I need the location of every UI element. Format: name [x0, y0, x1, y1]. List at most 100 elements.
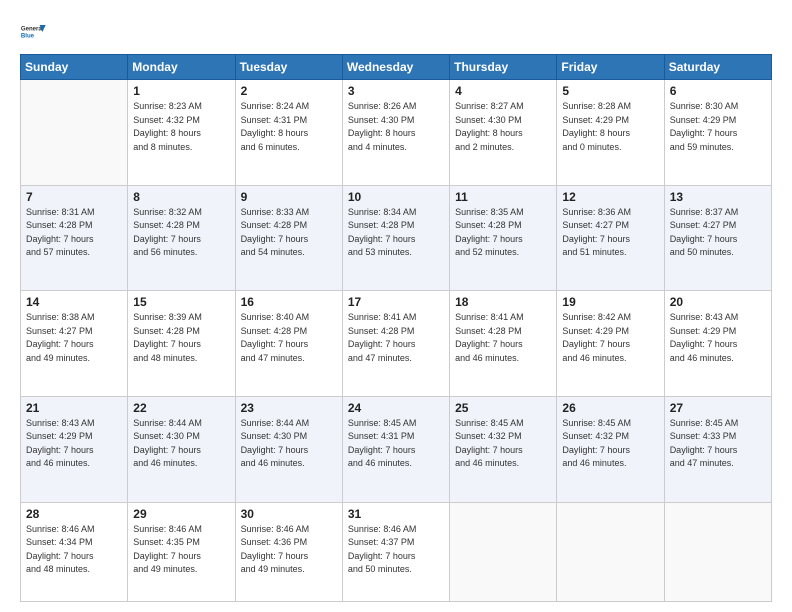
day-info: Sunrise: 8:26 AM Sunset: 4:30 PM Dayligh…: [348, 100, 444, 154]
day-number: 1: [133, 84, 229, 98]
svg-text:Blue: Blue: [21, 34, 35, 40]
day-info: Sunrise: 8:30 AM Sunset: 4:29 PM Dayligh…: [670, 100, 766, 154]
day-number: 19: [562, 295, 658, 309]
calendar-cell: 4 Sunrise: 8:27 AM Sunset: 4:30 PM Daylig…: [450, 80, 557, 186]
day-info: Sunrise: 8:43 AM Sunset: 4:29 PM Dayligh…: [26, 417, 122, 471]
day-header-thursday: Thursday: [450, 55, 557, 80]
day-info: Sunrise: 8:46 AM Sunset: 4:34 PM Dayligh…: [26, 523, 122, 577]
day-number: 18: [455, 295, 551, 309]
day-info: Sunrise: 8:43 AM Sunset: 4:29 PM Dayligh…: [670, 311, 766, 365]
day-header-wednesday: Wednesday: [342, 55, 449, 80]
day-number: 8: [133, 190, 229, 204]
calendar-cell: 7 Sunrise: 8:31 AM Sunset: 4:28 PM Daylig…: [21, 185, 128, 291]
day-header-sunday: Sunday: [21, 55, 128, 80]
day-info: Sunrise: 8:32 AM Sunset: 4:28 PM Dayligh…: [133, 206, 229, 260]
calendar-cell: 21 Sunrise: 8:43 AM Sunset: 4:29 PM Dayli…: [21, 396, 128, 502]
calendar-cell: 18 Sunrise: 8:41 AM Sunset: 4:28 PM Dayli…: [450, 291, 557, 397]
calendar-cell: 16 Sunrise: 8:40 AM Sunset: 4:28 PM Dayli…: [235, 291, 342, 397]
day-info: Sunrise: 8:34 AM Sunset: 4:28 PM Dayligh…: [348, 206, 444, 260]
day-number: 22: [133, 401, 229, 415]
calendar-cell: 12 Sunrise: 8:36 AM Sunset: 4:27 PM Dayli…: [557, 185, 664, 291]
calendar-cell: [450, 502, 557, 601]
day-info: Sunrise: 8:42 AM Sunset: 4:29 PM Dayligh…: [562, 311, 658, 365]
day-info: Sunrise: 8:41 AM Sunset: 4:28 PM Dayligh…: [348, 311, 444, 365]
day-info: Sunrise: 8:31 AM Sunset: 4:28 PM Dayligh…: [26, 206, 122, 260]
day-number: 3: [348, 84, 444, 98]
calendar-cell: 10 Sunrise: 8:34 AM Sunset: 4:28 PM Dayli…: [342, 185, 449, 291]
day-info: Sunrise: 8:36 AM Sunset: 4:27 PM Dayligh…: [562, 206, 658, 260]
calendar-cell: 19 Sunrise: 8:42 AM Sunset: 4:29 PM Dayli…: [557, 291, 664, 397]
page: GeneralBlue SundayMondayTuesdayWednesday…: [0, 0, 792, 612]
calendar-cell: 26 Sunrise: 8:45 AM Sunset: 4:32 PM Dayli…: [557, 396, 664, 502]
calendar-week-row: 7 Sunrise: 8:31 AM Sunset: 4:28 PM Daylig…: [21, 185, 772, 291]
calendar-cell: 25Sunrise: 8:45 AM Sunset: 4:32 PM Dayli…: [450, 396, 557, 502]
header: GeneralBlue: [20, 18, 772, 46]
day-info: Sunrise: 8:44 AM Sunset: 4:30 PM Dayligh…: [133, 417, 229, 471]
calendar-cell: 22 Sunrise: 8:44 AM Sunset: 4:30 PM Dayli…: [128, 396, 235, 502]
calendar-cell: 5 Sunrise: 8:28 AM Sunset: 4:29 PM Daylig…: [557, 80, 664, 186]
day-info: Sunrise: 8:45 AM Sunset: 4:31 PM Dayligh…: [348, 417, 444, 471]
day-number: 9: [241, 190, 337, 204]
day-header-monday: Monday: [128, 55, 235, 80]
day-number: 6: [670, 84, 766, 98]
day-number: 21: [26, 401, 122, 415]
day-number: 25: [455, 401, 551, 415]
day-info: Sunrise: 8:41 AM Sunset: 4:28 PM Dayligh…: [455, 311, 551, 365]
day-info: Sunrise: 8:46 AM Sunset: 4:37 PM Dayligh…: [348, 523, 444, 577]
day-number: 28: [26, 507, 122, 521]
day-number: 12: [562, 190, 658, 204]
calendar-cell: [21, 80, 128, 186]
calendar-cell: 9 Sunrise: 8:33 AM Sunset: 4:28 PM Daylig…: [235, 185, 342, 291]
calendar-cell: 14Sunrise: 8:38 AM Sunset: 4:27 PM Dayli…: [21, 291, 128, 397]
calendar-cell: 6 Sunrise: 8:30 AM Sunset: 4:29 PM Daylig…: [664, 80, 771, 186]
calendar-cell: 11Sunrise: 8:35 AM Sunset: 4:28 PM Dayli…: [450, 185, 557, 291]
day-header-friday: Friday: [557, 55, 664, 80]
day-number: 16: [241, 295, 337, 309]
day-info: Sunrise: 8:27 AM Sunset: 4:30 PM Dayligh…: [455, 100, 551, 154]
day-info: Sunrise: 8:39 AM Sunset: 4:28 PM Dayligh…: [133, 311, 229, 365]
day-number: 29: [133, 507, 229, 521]
day-number: 14: [26, 295, 122, 309]
day-info: Sunrise: 8:45 AM Sunset: 4:33 PM Dayligh…: [670, 417, 766, 471]
calendar-week-row: 28 Sunrise: 8:46 AM Sunset: 4:34 PM Dayli…: [21, 502, 772, 601]
day-info: Sunrise: 8:33 AM Sunset: 4:28 PM Dayligh…: [241, 206, 337, 260]
day-number: 31: [348, 507, 444, 521]
calendar-cell: 31 Sunrise: 8:46 AM Sunset: 4:37 PM Dayli…: [342, 502, 449, 601]
calendar-cell: [557, 502, 664, 601]
calendar-cell: 2 Sunrise: 8:24 AM Sunset: 4:31 PM Daylig…: [235, 80, 342, 186]
calendar-week-row: 14Sunrise: 8:38 AM Sunset: 4:27 PM Dayli…: [21, 291, 772, 397]
day-number: 24: [348, 401, 444, 415]
logo: GeneralBlue: [20, 18, 50, 46]
day-info: Sunrise: 8:46 AM Sunset: 4:35 PM Dayligh…: [133, 523, 229, 577]
day-number: 27: [670, 401, 766, 415]
day-number: 30: [241, 507, 337, 521]
day-number: 15: [133, 295, 229, 309]
day-number: 17: [348, 295, 444, 309]
day-info: Sunrise: 8:23 AM Sunset: 4:32 PM Dayligh…: [133, 100, 229, 154]
day-info: Sunrise: 8:37 AM Sunset: 4:27 PM Dayligh…: [670, 206, 766, 260]
calendar-cell: 1 Sunrise: 8:23 AM Sunset: 4:32 PM Daylig…: [128, 80, 235, 186]
calendar-week-row: 1 Sunrise: 8:23 AM Sunset: 4:32 PM Daylig…: [21, 80, 772, 186]
day-info: Sunrise: 8:46 AM Sunset: 4:36 PM Dayligh…: [241, 523, 337, 577]
day-info: Sunrise: 8:24 AM Sunset: 4:31 PM Dayligh…: [241, 100, 337, 154]
calendar-cell: 23Sunrise: 8:44 AM Sunset: 4:30 PM Dayli…: [235, 396, 342, 502]
svg-text:General: General: [21, 27, 44, 33]
day-info: Sunrise: 8:28 AM Sunset: 4:29 PM Dayligh…: [562, 100, 658, 154]
day-number: 20: [670, 295, 766, 309]
day-number: 5: [562, 84, 658, 98]
calendar-cell: 24 Sunrise: 8:45 AM Sunset: 4:31 PM Dayli…: [342, 396, 449, 502]
calendar-cell: 29 Sunrise: 8:46 AM Sunset: 4:35 PM Dayli…: [128, 502, 235, 601]
calendar-cell: 8 Sunrise: 8:32 AM Sunset: 4:28 PM Daylig…: [128, 185, 235, 291]
day-number: 10: [348, 190, 444, 204]
day-number: 11: [455, 190, 551, 204]
day-number: 7: [26, 190, 122, 204]
day-header-saturday: Saturday: [664, 55, 771, 80]
day-number: 4: [455, 84, 551, 98]
calendar-table: SundayMondayTuesdayWednesdayThursdayFrid…: [20, 54, 772, 602]
day-number: 26: [562, 401, 658, 415]
day-info: Sunrise: 8:45 AM Sunset: 4:32 PM Dayligh…: [562, 417, 658, 471]
calendar-cell: [664, 502, 771, 601]
day-info: Sunrise: 8:40 AM Sunset: 4:28 PM Dayligh…: [241, 311, 337, 365]
day-info: Sunrise: 8:44 AM Sunset: 4:30 PM Dayligh…: [241, 417, 337, 471]
day-number: 2: [241, 84, 337, 98]
